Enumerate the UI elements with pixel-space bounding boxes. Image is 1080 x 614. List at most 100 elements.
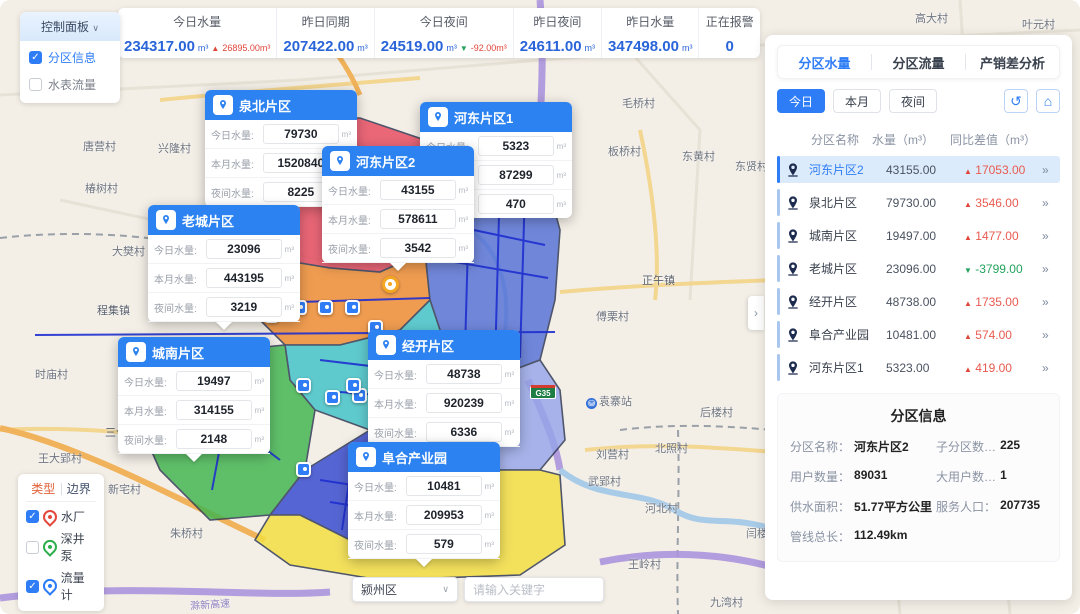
row-value: 579: [406, 534, 482, 554]
row-unit: m³: [557, 200, 566, 209]
row-chevron-icon[interactable]: »: [1042, 295, 1060, 309]
checkbox-checked-icon[interactable]: ✓: [26, 580, 39, 593]
zone-user-icon: [785, 228, 801, 244]
map-marker[interactable]: [346, 378, 361, 393]
checkbox-unchecked-icon[interactable]: [26, 541, 39, 554]
info-population: 服务人口：207735: [936, 498, 1047, 515]
row-chevron-icon[interactable]: »: [1042, 361, 1060, 375]
row-chevron-icon[interactable]: »: [1042, 163, 1060, 177]
popup-jingkai[interactable]: 经开片区 今日水量:48738m³ 本月水量:920239m³ 夜间水量:633…: [368, 330, 520, 447]
map-marker[interactable]: [318, 300, 333, 315]
row-unit: m³: [485, 540, 494, 549]
map-marker-selected[interactable]: [382, 276, 399, 293]
stat-label: 正在报警: [706, 13, 754, 30]
legend-tab-boundary[interactable]: 边界: [62, 480, 97, 497]
period-today-button[interactable]: 今日: [777, 89, 825, 113]
row-chevron-icon[interactable]: »: [1042, 328, 1060, 342]
map-marker[interactable]: [345, 300, 360, 315]
stat-label: 今日夜间: [420, 13, 468, 30]
row-value: 43155: [380, 180, 456, 200]
zone-user-icon: [785, 162, 801, 178]
control-panel-toggle[interactable]: 控制面板 ∨: [20, 12, 120, 41]
stat-alarms: 正在报警 0: [699, 8, 760, 58]
popup-chengnan[interactable]: 城南片区 今日水量:19497m³ 本月水量:314155m³ 夜间水量:214…: [118, 337, 270, 454]
undo-icon[interactable]: ↺: [1004, 89, 1028, 113]
tab-nrw-analysis[interactable]: 产销差分析: [966, 53, 1059, 72]
stat-label: 昨日同期: [302, 13, 350, 30]
dashboard: 高大村 叶元村 毛桥村 板桥村 东黄村 东贤村 正午镇 唐营村 兴隆村 椿树村 …: [0, 0, 1080, 614]
panel-collapse-handle[interactable]: ›: [748, 296, 764, 330]
map-marker[interactable]: [296, 378, 311, 393]
up-arrow-icon: ▲: [964, 233, 972, 242]
checkbox-meter-flow[interactable]: 水表流量: [29, 76, 111, 93]
row-value: 23096: [206, 239, 282, 259]
map-label: 朱桥村: [170, 525, 203, 541]
row-unit: m³: [285, 274, 294, 283]
popup-laocheng[interactable]: 老城片区 今日水量:23096m³ 本月水量:443195m³ 夜间水量:321…: [148, 205, 300, 322]
legend-item-waterplant[interactable]: ✓水厂: [26, 508, 96, 525]
table-row[interactable]: 泉北片区79730.00 ▲ 3546.00 »: [777, 189, 1060, 216]
map-marker[interactable]: [296, 462, 311, 477]
row-unit: m³: [255, 435, 264, 444]
row-value: 443195: [206, 268, 282, 288]
map-label: 后楼村: [700, 404, 733, 420]
row-unit: m³: [485, 482, 494, 491]
popup-fuhe[interactable]: 阜合产业园 今日水量:10481m³ 本月水量:209953m³ 夜间水量:57…: [348, 442, 500, 559]
table-row[interactable]: 阜合产业园10481.00 ▲ 574.00 »: [777, 321, 1060, 348]
stat-value: 24519.00: [381, 38, 444, 55]
row-chevron-icon[interactable]: »: [1042, 262, 1060, 276]
row-value: 5323: [478, 136, 554, 156]
table-row[interactable]: 经开片区48738.00 ▲ 1735.00 »: [777, 288, 1060, 315]
map-marker[interactable]: [325, 390, 340, 405]
table-row[interactable]: 河东片区15323.00 ▲ 419.00 »: [777, 354, 1060, 381]
legend-tab-type[interactable]: 类型: [26, 480, 61, 497]
home-icon[interactable]: ⌂: [1036, 89, 1060, 113]
table-row[interactable]: 城南片区19497.00 ▲ 1477.00 »: [777, 222, 1060, 249]
stats-bar: 今日水量 234317.00m³▲26895.00m³ 昨日同期 207422.…: [118, 8, 760, 58]
legend-item-flowmeter[interactable]: ✓流量计: [26, 569, 96, 603]
row-value: 6336: [426, 422, 502, 442]
row-value: 209953: [406, 505, 482, 525]
checkbox-zone-info[interactable]: ✓ 分区信息: [29, 49, 111, 66]
zone-pin-icon: [376, 335, 396, 355]
checkbox-checked-icon[interactable]: ✓: [29, 51, 42, 64]
tab-zone-flow[interactable]: 分区流量: [872, 53, 965, 72]
row-value: 48738: [426, 364, 502, 384]
row-label: 本月水量:: [211, 156, 263, 171]
map-label: 椿树村: [85, 180, 118, 196]
checkbox-label: 分区信息: [48, 49, 96, 66]
map-label: 正午镇: [642, 272, 675, 288]
stat-today-volume: 今日水量 234317.00m³▲26895.00m³: [118, 8, 277, 58]
table-row[interactable]: 老城片区23096.00 ▼ -3799.00 »: [777, 255, 1060, 282]
stat-value: 0: [726, 38, 734, 55]
row-value: 920239: [426, 393, 502, 413]
waterplant-pin-icon: [40, 507, 60, 527]
row-unit: m³: [459, 186, 468, 195]
tab-zone-volume[interactable]: 分区水量: [778, 53, 871, 72]
info-supply-area: 供水面积：51.77平方公里: [790, 498, 932, 515]
row-label: 本月水量:: [374, 396, 426, 411]
map-label-highway: 滁新高速: [190, 595, 231, 613]
row-chevron-icon[interactable]: »: [1042, 229, 1060, 243]
table-row[interactable]: 河东片区243155.00 ▲ 17053.00 »: [777, 156, 1060, 183]
zone-user-icon: [785, 327, 801, 343]
legend-item-deepwell-pump[interactable]: 深井泵: [26, 530, 96, 564]
row-chevron-icon[interactable]: »: [1042, 196, 1060, 210]
checkbox-unchecked-icon[interactable]: [29, 78, 42, 91]
up-arrow-icon: ▲: [964, 365, 972, 374]
period-month-button[interactable]: 本月: [833, 89, 881, 113]
row-unit: m³: [557, 142, 566, 151]
up-arrow-icon: ▲: [964, 200, 972, 209]
row-label: 夜间水量:: [211, 185, 263, 200]
up-arrow-icon: ▲: [964, 332, 972, 341]
keyword-input[interactable]: [464, 577, 604, 602]
district-select[interactable]: 颍州区∨: [352, 577, 458, 602]
stat-unit: m³: [357, 43, 368, 53]
zone-info-card: 分区信息 分区名称：河东片区2 子分区数…225 用户数量：89031 大用户数…: [777, 393, 1060, 562]
period-night-button[interactable]: 夜间: [889, 89, 937, 113]
checkbox-checked-icon[interactable]: ✓: [26, 510, 39, 523]
zone-user-icon: [785, 261, 801, 277]
stat-label: 昨日水量: [626, 13, 674, 30]
popup-hedong2[interactable]: 河东片区2 今日水量:43155m³ 本月水量:578611m³ 夜间水量:35…: [322, 146, 474, 263]
row-label: 今日水量:: [154, 242, 206, 257]
